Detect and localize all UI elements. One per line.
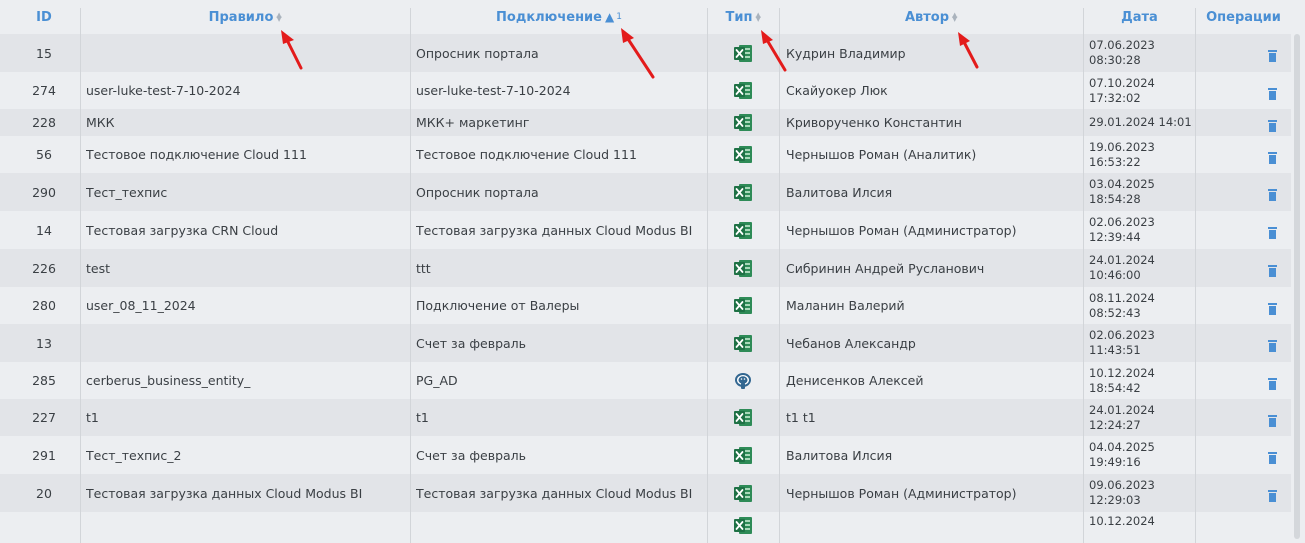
annotation-arrowhead-author (958, 32, 970, 46)
annotation-arrow-author (962, 40, 979, 69)
annotation-arrowhead-connection (621, 28, 634, 43)
annotation-arrowhead-rule (281, 30, 294, 44)
annotation-arrowhead-type (761, 30, 773, 44)
annotation-arrows (281, 28, 979, 79)
annotation-arrow-rule (285, 38, 303, 70)
annotation-arrow-connection (626, 37, 655, 79)
annotation-arrow-type (765, 38, 787, 72)
